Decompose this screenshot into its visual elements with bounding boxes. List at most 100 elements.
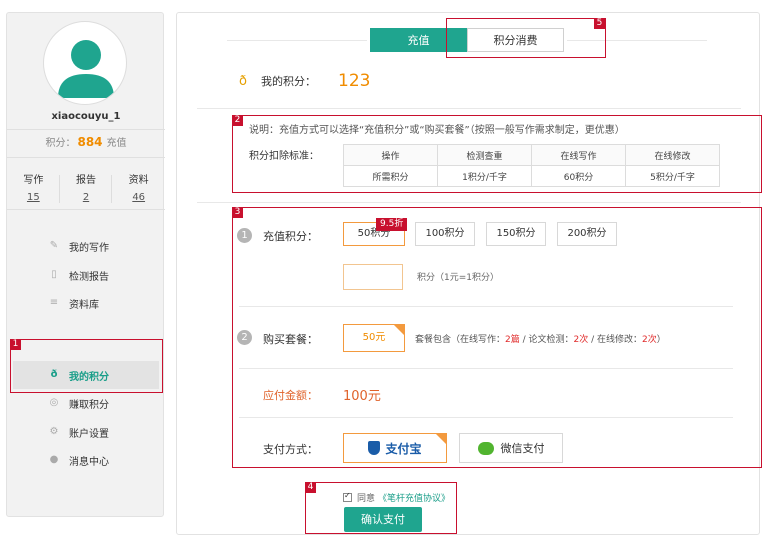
stats-row: 写作 15 报告 2 资料 46 xyxy=(7,171,165,203)
package-edit-count: 2次 xyxy=(642,335,657,345)
annotation-number: 5 xyxy=(594,18,605,29)
amount-due-label: 应付金额： xyxy=(263,389,318,402)
table-cell: 5积分/千字 xyxy=(625,165,720,187)
custom-points-input[interactable] xyxy=(343,264,403,290)
step-number: 2 xyxy=(237,330,252,345)
agreement-row: 同意 《笔杆充值协议》 xyxy=(343,491,450,504)
step-number: 1 xyxy=(237,228,252,243)
points-summary: 积分： 884 充值 xyxy=(7,134,165,149)
menu-item-library[interactable]: ≡ 资料库 xyxy=(7,289,165,317)
my-points: ð 我的积分： 123 xyxy=(239,71,370,91)
recharge-link[interactable]: 充值 xyxy=(107,138,127,149)
menu-item-my-points[interactable]: ð 我的积分 xyxy=(13,361,159,389)
stat-value[interactable]: 46 xyxy=(112,192,165,203)
deduction-label: 积分扣除标准： xyxy=(249,151,319,162)
stat-materials[interactable]: 资料 46 xyxy=(112,171,165,203)
stat-label: 报告 xyxy=(76,175,96,186)
divider xyxy=(197,202,741,203)
annotation-number: 1 xyxy=(10,339,21,350)
tab-points-spending[interactable]: 积分消费 xyxy=(467,28,564,52)
divider xyxy=(239,306,733,307)
confirm-payment-button[interactable]: 确认支付 xyxy=(344,507,422,532)
table-header-cell: 在线修改 xyxy=(625,144,720,166)
points-value: 884 xyxy=(77,135,103,149)
package-50-button[interactable]: 50元 xyxy=(343,324,405,352)
divider xyxy=(7,157,165,158)
option-100-points[interactable]: 100积分 xyxy=(415,222,475,246)
table-row: 操作 检测查重 在线写作 在线修改 xyxy=(343,144,720,166)
menu-label: 我的写作 xyxy=(69,242,109,254)
recharge-note: 说明：充值方式可以选择“充值积分”或“购买套餐”（按照一般写作需求制定，更优惠） xyxy=(249,125,625,136)
list-icon: ≡ xyxy=(49,297,59,308)
alipay-label: 支付宝 xyxy=(385,441,422,456)
divider xyxy=(239,368,733,369)
divider xyxy=(7,129,165,130)
agree-checkbox[interactable] xyxy=(343,491,352,502)
stat-value[interactable]: 15 xyxy=(7,192,60,203)
sidebar: xiaocouyu_1 积分： 884 充值 写作 15 报告 2 资料 46 ✎ 我的写作… xyxy=(6,12,165,517)
divider xyxy=(7,209,165,210)
deduction-table: 操作 检测查重 在线写作 在线修改 所需积分 1积分/千字 60积分 5积分/千… xyxy=(343,144,720,187)
tab-bar: 充值 积分消费 xyxy=(370,28,564,52)
package-check-count: 2次 xyxy=(573,335,589,345)
agreement-link[interactable]: 《笔杆充值协议》 xyxy=(378,491,450,504)
avatar[interactable] xyxy=(43,21,127,105)
table-header-cell: 检测查重 xyxy=(437,144,532,166)
package-desc-text: / 在线修改： xyxy=(588,335,643,345)
menu-item-my-writing[interactable]: ✎ 我的写作 xyxy=(7,232,165,260)
document-icon: ▯ xyxy=(51,269,57,280)
divider xyxy=(227,40,367,41)
divider xyxy=(59,175,60,203)
recharge-label: 充值积分： xyxy=(263,230,318,243)
gear-icon: ⚙ xyxy=(49,426,59,437)
stat-writing[interactable]: 写作 15 xyxy=(7,171,60,203)
alipay-button[interactable]: 支付宝 xyxy=(343,433,447,463)
package-desc-text: ） xyxy=(656,335,666,345)
my-points-value: 123 xyxy=(338,71,371,91)
menu-label: 账户设置 xyxy=(69,428,109,440)
menu-item-messages[interactable]: ● 消息中心 xyxy=(7,446,165,474)
menu-label: 赚取积分 xyxy=(69,399,109,411)
my-points-label: 我的积分： xyxy=(261,75,316,88)
agree-label: 同意 xyxy=(357,494,376,504)
table-header-cell: 操作 xyxy=(343,144,438,166)
table-cell: 1积分/千字 xyxy=(437,165,532,187)
username: xiaocouyu_1 xyxy=(51,111,121,122)
menu-item-account-settings[interactable]: ⚙ 账户设置 xyxy=(7,418,165,446)
menu-label: 我的积分 xyxy=(69,371,109,383)
divider xyxy=(111,175,112,203)
annotation-number: 2 xyxy=(232,115,243,126)
menu-item-earn-points[interactable]: ◎ 赚取积分 xyxy=(7,389,165,417)
option-200-points[interactable]: 200积分 xyxy=(557,222,617,246)
tab-recharge[interactable]: 充值 xyxy=(370,28,467,52)
package-desc-text: / 论文检测： xyxy=(519,335,574,345)
wechat-pay-button[interactable]: 微信支付 xyxy=(459,433,563,463)
stat-reports[interactable]: 报告 2 xyxy=(60,171,113,203)
table-cell: 所需积分 xyxy=(343,165,438,187)
annotation-number: 4 xyxy=(305,482,316,493)
stat-value[interactable]: 2 xyxy=(60,192,113,203)
annotation-number: 3 xyxy=(232,207,243,218)
menu-item-reports[interactable]: ▯ 检测报告 xyxy=(7,261,165,289)
points-rate-hint: 积分（1元=1积分） xyxy=(417,273,499,283)
package-write-count: 2篇 xyxy=(505,335,520,345)
table-header-cell: 在线写作 xyxy=(531,144,626,166)
main-panel: 充值 积分消费 ð 我的积分： 123 说明：充值方式可以选择“充值积分”或“购… xyxy=(176,12,760,535)
stat-label: 写作 xyxy=(23,175,44,186)
alipay-logo-icon xyxy=(368,441,381,455)
package-description: 套餐包含（在线写作：2篇 / 论文检测：2次 / 在线修改：2次） xyxy=(415,332,666,345)
wechat-label: 微信支付 xyxy=(500,442,545,455)
money-bag-icon: ð xyxy=(239,74,247,89)
divider xyxy=(197,108,741,109)
menu-label: 检测报告 xyxy=(69,271,109,283)
payment-method-label: 支付方式： xyxy=(263,443,318,456)
package-price: 50元 xyxy=(362,332,386,343)
chat-icon: ● xyxy=(49,454,59,465)
selected-corner-icon xyxy=(393,324,405,336)
pencil-icon: ✎ xyxy=(49,240,59,251)
discount-badge: 9.5折 xyxy=(376,218,408,231)
database-icon: ◎ xyxy=(49,397,59,408)
option-150-points[interactable]: 150积分 xyxy=(486,222,546,246)
table-row: 所需积分 1积分/千字 60积分 5积分/千字 xyxy=(343,165,720,187)
points-label: 积分： xyxy=(45,138,76,149)
